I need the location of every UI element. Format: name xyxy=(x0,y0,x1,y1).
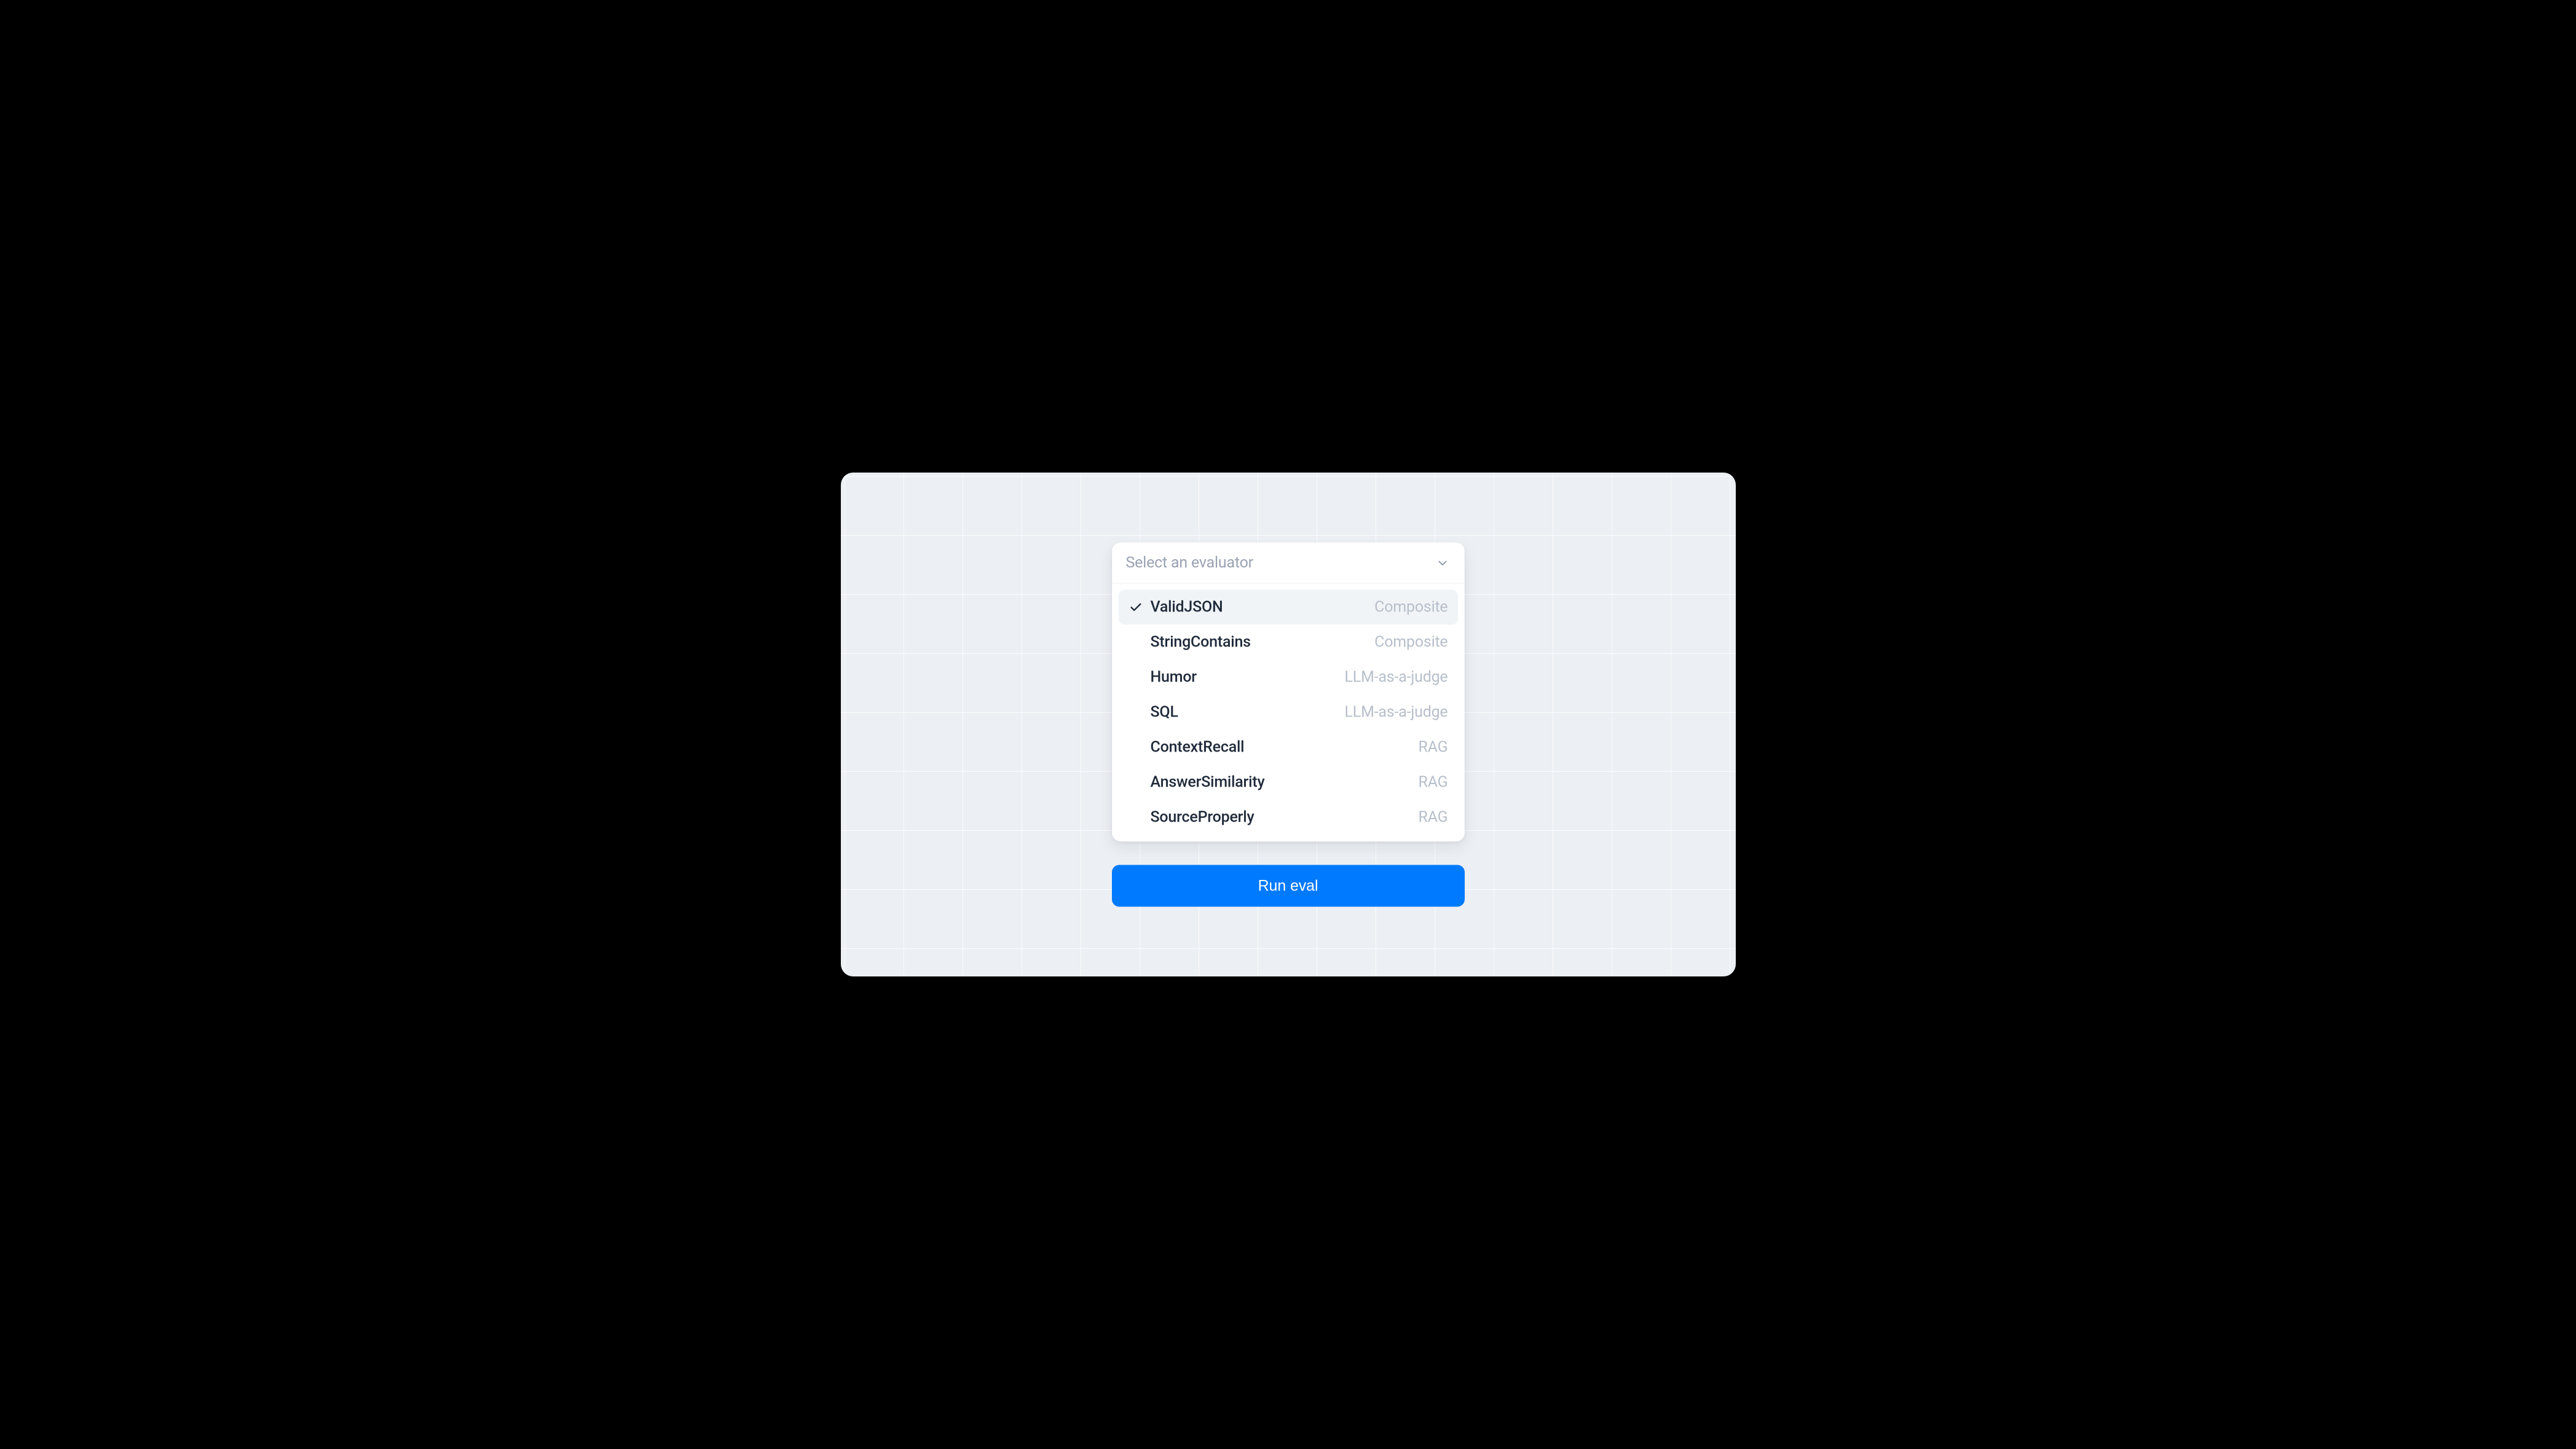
option-humor[interactable]: Humor LLM-as-a-judge xyxy=(1119,660,1458,695)
option-validjson[interactable]: ValidJSON Composite xyxy=(1119,590,1458,625)
option-sql[interactable]: SQL LLM-as-a-judge xyxy=(1119,695,1458,730)
option-stringcontains[interactable]: StringContains Composite xyxy=(1119,625,1458,660)
option-label: AnswerSimilarity xyxy=(1149,774,1417,791)
evaluator-dropdown-panel: Select an evaluator ValidJSON Composite xyxy=(1112,543,1465,842)
evaluator-options-list: ValidJSON Composite StringContains Compo… xyxy=(1113,584,1464,841)
option-label: ContextRecall xyxy=(1149,739,1417,756)
option-tag: LLM-as-a-judge xyxy=(1345,669,1448,686)
option-label: StringContains xyxy=(1149,634,1374,651)
option-label: ValidJSON xyxy=(1149,599,1374,616)
option-answersimilarity[interactable]: AnswerSimilarity RAG xyxy=(1119,765,1458,800)
app-canvas: Select an evaluator ValidJSON Composite xyxy=(841,473,1736,976)
evaluator-select-placeholder: Select an evaluator xyxy=(1126,554,1253,572)
option-label: SourceProperly xyxy=(1149,809,1417,827)
option-tag: LLM-as-a-judge xyxy=(1345,704,1448,721)
option-sourceproperly[interactable]: SourceProperly RAG xyxy=(1119,800,1458,835)
option-contextrecall[interactable]: ContextRecall RAG xyxy=(1119,730,1458,765)
center-content: Select an evaluator ValidJSON Composite xyxy=(1112,543,1465,907)
option-tag: RAG xyxy=(1418,774,1448,791)
check-icon xyxy=(1124,600,1148,614)
option-tag: Composite xyxy=(1374,634,1448,651)
option-label: Humor xyxy=(1149,669,1344,686)
option-label: SQL xyxy=(1149,704,1344,721)
option-tag: RAG xyxy=(1418,809,1448,827)
chevron-down-icon xyxy=(1436,556,1449,570)
option-tag: RAG xyxy=(1418,739,1448,756)
evaluator-select-trigger[interactable]: Select an evaluator xyxy=(1113,543,1464,584)
option-tag: Composite xyxy=(1374,599,1448,616)
run-eval-button[interactable]: Run eval xyxy=(1112,865,1465,907)
